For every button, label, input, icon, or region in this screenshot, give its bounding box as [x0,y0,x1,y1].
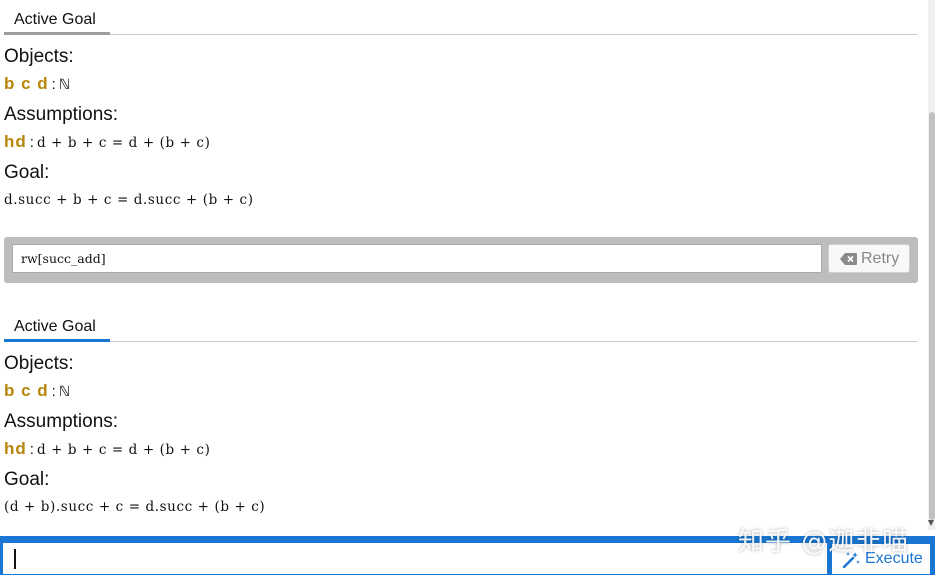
goal2-tab-row: Active Goal [4,307,917,342]
retry-button[interactable]: Retry [828,244,910,273]
goal1-objects-type: ℕ [58,76,71,92]
goal1-hyp-colon: : [29,134,34,151]
goal1-tab-row: Active Goal [4,0,917,35]
goal1-tab-label: Active Goal [14,11,96,28]
goal2-tab-label: Active Goal [14,318,96,335]
goal1-goal-expr: d.succ + b + c = d.succ + (b + c) [4,192,254,208]
goal2-tab-active-goal[interactable]: Active Goal [4,312,110,342]
goal2-hyp-expr: d + b + c = d + (b + c) [36,442,211,458]
goal2-objects-line: b c d:ℕ [4,381,70,401]
vertical-scrollbar[interactable] [928,0,935,530]
goal1-objects-label: Objects: [4,46,74,67]
goal2-objects-vars: b c d [4,381,49,400]
scroll-down-arrow-icon[interactable] [928,520,934,526]
goal1-tab-active-goal[interactable]: Active Goal [4,5,110,35]
command-history-input[interactable]: rw[succ_add] [12,244,822,273]
goal2-objects-type: ℕ [58,383,71,399]
goal1-objects-colon: : [51,76,56,93]
scrollbar-thumb[interactable] [929,112,935,520]
goal2-goal-label: Goal: [4,469,50,490]
goal2-tab-indicator [4,339,110,342]
command-history-panel: rw[succ_add] Retry [4,237,918,283]
goal2-objects-colon: : [51,383,56,400]
watermark-text: 知乎 @迦非喵 [738,527,910,557]
retry-label: Retry [861,250,900,267]
backspace-icon [840,253,857,265]
goal2-hyp-colon: : [29,441,34,458]
command-input[interactable] [3,543,827,574]
text-caret [14,549,16,569]
goal2-goal-expr: (d + b).succ + c = d.succ + (b + c) [4,499,266,515]
goal1-hypothesis-line: hd: d + b + c = d + (b + c) [4,132,210,152]
goal1-objects-line: b c d:ℕ [4,74,70,94]
goal1-tab-indicator [4,32,110,35]
goal2-assumptions-label: Assumptions: [4,411,119,432]
goal1-hyp-name: hd [4,132,27,151]
goal1-goal-label: Goal: [4,162,50,183]
goal1-assumptions-label: Assumptions: [4,104,119,125]
goal1-objects-vars: b c d [4,74,49,93]
goal2-objects-label: Objects: [4,353,74,374]
goal1-hyp-expr: d + b + c = d + (b + c) [36,135,211,151]
goal2-hyp-name: hd [4,439,27,458]
goal2-hypothesis-line: hd: d + b + c = d + (b + c) [4,439,210,459]
